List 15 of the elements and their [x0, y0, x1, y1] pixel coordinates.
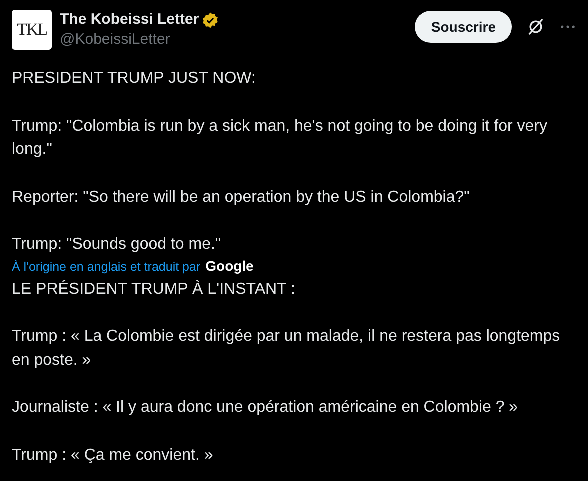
- translated-text: Journaliste : « Il y aura donc une opération américaine en Colombie ? »: [12, 398, 520, 418]
- avatar-logo[interactable]: TKL: [12, 10, 52, 50]
- tweet-text: PRESIDENT TRUMP JUST NOW:: [12, 69, 257, 89]
- tweet-text: Reporter: "So there will be an operation by the US in Colombia?": [12, 188, 471, 208]
- author-handle[interactable]: @KobeissiLetter: [60, 30, 220, 50]
- google-wordmark: Google: [206, 258, 254, 274]
- tweet-text: Trump: "Colombia is run by a sick man, he's not going to be doing it for very long.": [12, 116, 548, 160]
- translation-note[interactable]: À l'origine en anglais et traduit par: [12, 260, 201, 274]
- more-icon[interactable]: [560, 24, 576, 30]
- subscribe-button[interactable]: Souscrire: [415, 11, 512, 43]
- author-name[interactable]: The Kobeissi Letter: [60, 10, 200, 30]
- translated-text: Trump : « La Colombie est dirigée par un malade, il ne restera pas longtemps en poste. »: [12, 327, 562, 370]
- translated-text: LE PRÉSIDENT TRUMP À L'INSTANT :: [12, 279, 296, 300]
- translated-text: Trump : « Ça me convient. »: [12, 446, 214, 466]
- tweet-text: Trump: "Sounds good to me.": [12, 235, 222, 255]
